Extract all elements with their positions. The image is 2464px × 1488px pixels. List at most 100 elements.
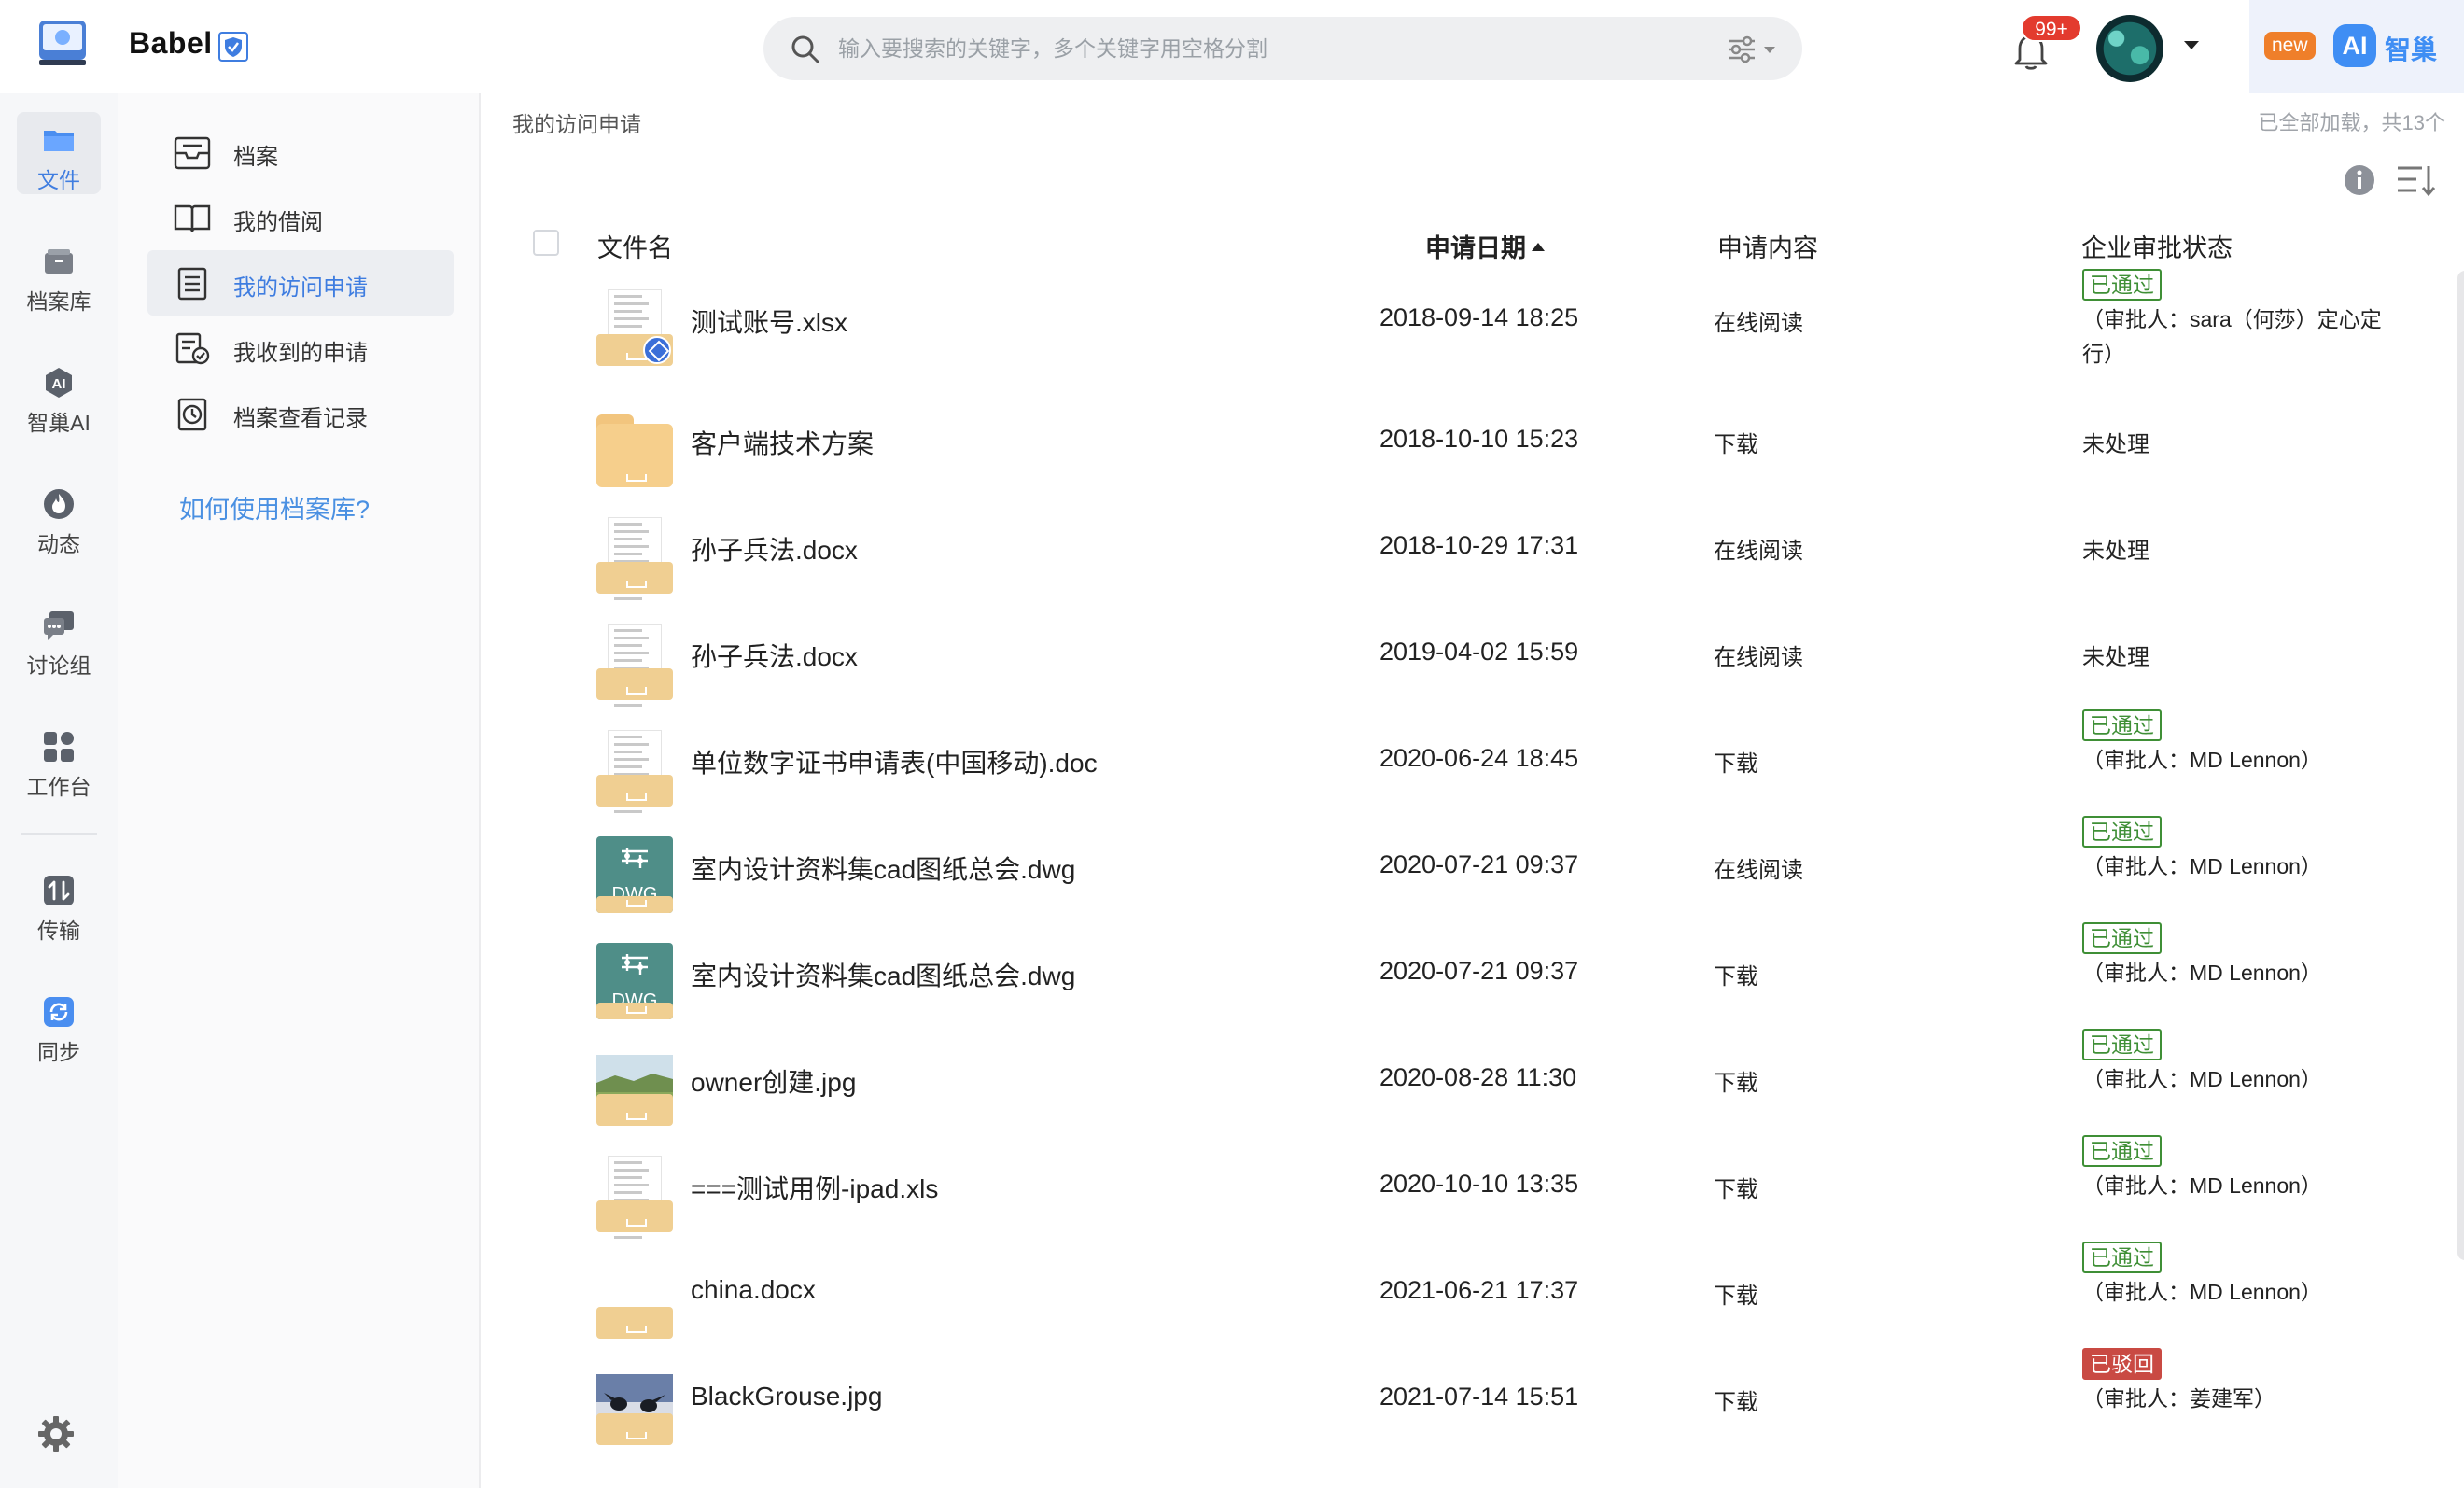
status-badge-approved: 已通过 [2082,816,2162,848]
subnav-item-archive[interactable]: 档案 [147,119,454,185]
rail-item-files[interactable]: 文件 [17,112,101,194]
user-avatar[interactable] [2096,15,2163,82]
table-row[interactable]: BlackGrouse.jpg 2021-07-14 15:51 下载 已驳回 （审批人… [481,1348,2431,1460]
request-content: 下载 [1714,432,1758,457]
file-name[interactable]: 孙子兵法.docx [691,530,858,568]
vertical-scrollbar[interactable] [2457,271,2464,1260]
table-row[interactable]: 孙子兵法.docx 2018-10-29 17:31 在线阅读 未处理 [481,502,2431,609]
table-row[interactable]: 单位数字证书申请表(中国移动).doc 2020-06-24 18:45 下载 已通过… [481,709,2431,821]
sort-ascending-icon [1532,243,1545,252]
column-header-content[interactable]: 申请内容 [1717,228,1818,264]
rail-label: 传输 [37,919,80,943]
rail-item-transfer[interactable]: 传输 [17,863,101,945]
load-status: 已全部加载，共13个 [2258,111,2445,134]
filter-options-icon[interactable] [1727,35,1785,63]
file-name[interactable]: 测试账号.xlsx [691,302,847,340]
settings-gear-icon[interactable] [35,1413,77,1454]
file-name[interactable]: 单位数字证书申请表(中国移动).doc [691,743,1098,780]
subnav-item-my-borrowing[interactable]: 我的借阅 [147,185,454,250]
main-content: 我的访问申请 已全部加载，共13个 文件名 申请日期 申请内容 企业审批状态 测… [481,93,2464,1488]
approval-status: 未处理 [2082,532,2409,565]
file-name[interactable]: china.docx [691,1275,816,1305]
file-name[interactable]: 室内设计资料集cad图纸总会.dwg [691,956,1075,993]
clock-record-icon [177,398,207,431]
spreadsheet-thumbnail [596,289,673,366]
subnav-item-view-records[interactable]: 档案查看记录 [147,381,454,446]
table-row[interactable]: DWG 室内设计资料集cad图纸总会.dwg 2020-07-21 09:37 下载 已… [481,922,2431,1034]
status-badge-approved: 已通过 [2082,269,2162,301]
column-header-status[interactable]: 企业审批状态 [2081,228,2233,264]
document-thumbnail [596,730,673,813]
file-name[interactable]: 客户端技术方案 [691,424,874,461]
file-name[interactable]: owner创建.jpg [691,1062,856,1100]
subnav-item-my-access-requests[interactable]: 我的访问申请 [147,250,454,316]
approval-status: 已驳回 （审批人：姜建军） [2082,1348,2409,1416]
request-date: 2020-07-21 09:37 [1379,850,1579,878]
table-row[interactable]: owner创建.jpg 2020-08-28 11:30 下载 已通过 （审批人：MD … [481,1029,2431,1141]
rail-item-sync[interactable]: 同步 [17,984,101,1066]
ai-promo-button[interactable]: new AI 智巢 [2249,0,2464,93]
book-icon [174,204,211,232]
rail-item-ai[interactable]: AI 智巢AI [17,355,101,437]
status-badge-approved: 已通过 [2082,922,2162,954]
search-box [763,17,1802,80]
approval-status: 未处理 [2082,639,2409,671]
subnav-label: 档案 [233,145,278,170]
file-name[interactable]: 室内设计资料集cad图纸总会.dwg [691,849,1075,887]
sync-icon [44,997,74,1027]
subnav-label: 我的借阅 [233,210,323,235]
approver-note: （审批人：姜建军） [2082,1386,2275,1411]
request-content: 在线阅读 [1714,645,1803,670]
page-title: 我的访问申请 [512,112,641,136]
request-content: 在线阅读 [1714,539,1803,564]
archive-box-icon [45,249,73,274]
chevron-down-icon[interactable] [2184,41,2199,49]
status-badge-approved: 已通过 [2082,1135,2162,1167]
file-name[interactable]: 孙子兵法.docx [691,637,858,674]
select-all-checkbox[interactable] [533,230,559,256]
table-row[interactable]: ===测试用例-ipad.xls 2020-10-10 13:35 下载 已通过 （审批… [481,1135,2431,1247]
inbox-icon [174,136,211,170]
table-row[interactable]: china.docx 2021-06-21 17:37 下载 已通过 （审批人：MD L… [481,1242,2431,1354]
rail-item-discussion[interactable]: 讨论组 [17,597,101,680]
rail-item-archive[interactable]: 档案库 [17,233,101,316]
rail-item-workbench[interactable]: 工作台 [17,719,101,801]
column-header-name[interactable]: 文件名 [597,228,673,264]
subnav-item-received-requests[interactable]: 我收到的申请 [147,316,454,381]
request-date: 2020-07-21 09:37 [1379,957,1579,985]
status-pending: 未处理 [2082,645,2149,670]
transfer-icon [44,876,74,905]
help-link[interactable]: 如何使用档案库? [179,489,370,526]
table-row[interactable]: 孙子兵法.docx 2019-04-02 15:59 在线阅读 未处理 [481,609,2431,715]
table-row[interactable]: 测试账号.xlsx 2018-09-14 18:25 在线阅读 已通过 （审批人：sar… [481,269,2431,381]
approval-status: 已通过 （审批人：MD Lennon） [2082,922,2409,990]
search-input[interactable] [836,30,1676,67]
file-name[interactable]: BlackGrouse.jpg [691,1382,882,1411]
status-badge-rejected: 已驳回 [2082,1348,2162,1380]
file-name[interactable]: ===测试用例-ipad.xls [691,1169,938,1206]
image-thumbnail [596,1369,673,1445]
column-header-date[interactable]: 申请日期 [1425,228,1545,264]
document-thumbnail [596,1262,673,1339]
fire-icon [44,489,74,519]
rail-item-activity[interactable]: 动态 [17,476,101,558]
rail-label: 讨论组 [26,653,91,678]
rail-label: 动态 [37,532,80,556]
request-date: 2020-08-28 11:30 [1379,1063,1577,1091]
subnav-label: 我收到的申请 [233,341,368,366]
table-row[interactable]: 客户端技术方案 2018-10-10 15:23 下载 未处理 [481,396,2431,502]
search-icon[interactable] [790,34,821,65]
approval-status: 已通过 （审批人：MD Lennon） [2082,1135,2409,1203]
sort-list-icon[interactable] [2396,162,2435,198]
request-content: 下载 [1714,751,1758,777]
document-list-icon [177,267,207,301]
request-content: 在线阅读 [1714,311,1803,336]
document-thumbnail [596,1156,673,1239]
info-icon[interactable] [2344,164,2375,196]
app-logo-icon[interactable] [37,19,88,67]
table-row[interactable]: DWG 室内设计资料集cad图纸总会.dwg 2020-07-21 09:37 在线阅… [481,816,2431,928]
document-thumbnail [596,624,673,707]
request-date: 2021-07-14 15:51 [1379,1383,1579,1411]
app-name: Babel [129,26,213,60]
folder-icon [596,411,673,487]
